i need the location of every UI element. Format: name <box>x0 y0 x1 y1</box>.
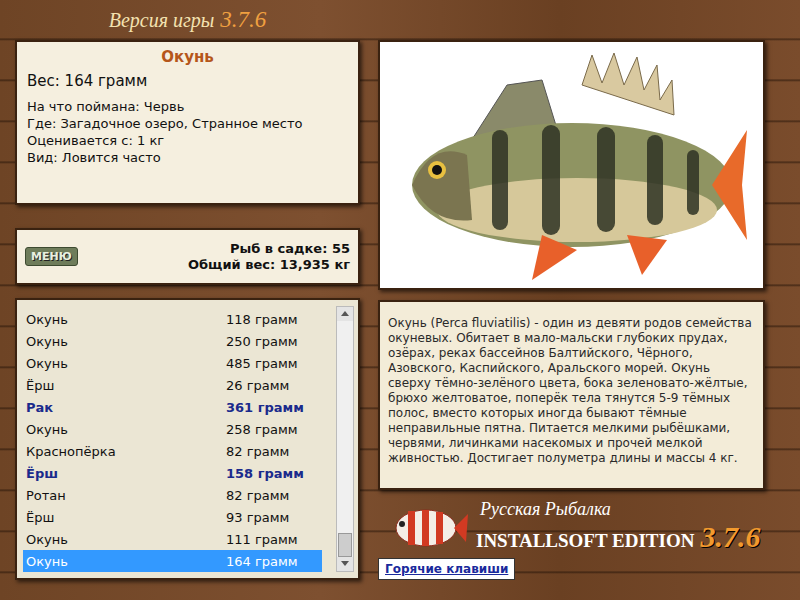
perch-icon <box>392 45 752 285</box>
catch-row[interactable]: Окунь111 грамм <box>23 528 322 550</box>
catch-detail: На что поймана: Червь <box>27 98 348 115</box>
catch-row[interactable]: Ротан82 грамм <box>23 484 322 506</box>
catch-detail: Оценивается с: 1 кг <box>27 132 348 149</box>
logo-edition: INSTALLSOFT EDITION <box>476 530 694 552</box>
hotkeys-button[interactable]: Горячие клавиши <box>378 558 515 580</box>
catch-row[interactable]: Окунь258 грамм <box>23 418 322 440</box>
catch-row[interactable]: Окунь250 грамм <box>23 330 322 352</box>
menu-button[interactable]: МЕНЮ <box>25 247 78 266</box>
scrollbar[interactable] <box>336 306 354 572</box>
fish-description: Окунь (Perca fluviatilis) - один из девя… <box>378 300 765 490</box>
game-logo: Русская Рыбалка INSTALLSOFT EDITION 3.7.6 <box>378 496 765 556</box>
fish-picture <box>378 40 765 290</box>
catch-row[interactable]: Рак361 грамм <box>23 396 322 418</box>
catch-detail: Вид: Ловится часто <box>27 149 348 166</box>
logo-version: 3.7.6 <box>700 520 760 554</box>
catch-info-panel: Окунь Вес: 164 грамм На что поймана: Червь… <box>15 40 360 205</box>
keepnet-panel: МЕНЮ Рыб в садке: 55Общий вес: 13,935 кг <box>15 228 360 285</box>
total-weight: Общий вес: 13,935 кг <box>188 257 350 273</box>
fish-name: Окунь <box>27 48 348 66</box>
catch-row[interactable]: Краснопёрка82 грамм <box>23 440 322 462</box>
fish-count: Рыб в садке: 55 <box>188 241 350 257</box>
catch-row[interactable]: Ёрш26 грамм <box>23 374 322 396</box>
catch-detail: Где: Загадочное озеро, Странное место <box>27 115 348 132</box>
catch-row[interactable]: Окунь118 грамм <box>23 308 322 330</box>
catch-row[interactable]: Ёрш158 грамм <box>23 462 322 484</box>
version-title: Версия игры3.7.6 <box>15 0 360 40</box>
catch-row[interactable]: Ёрш93 грамм <box>23 506 322 528</box>
logo-title: Русская Рыбалка <box>476 499 760 520</box>
scroll-thumb[interactable] <box>338 533 352 557</box>
logo-fish-icon <box>388 496 468 556</box>
catch-list: Окунь118 граммОкунь250 граммОкунь485 гра… <box>15 298 360 580</box>
catch-row[interactable]: Окунь485 грамм <box>23 352 322 374</box>
scroll-up-icon[interactable] <box>337 307 353 321</box>
fish-weight: Вес: 164 грамм <box>27 72 348 90</box>
game-screen: Версия игры3.7.6 Окунь Вес: 164 грамм На чт… <box>0 0 800 600</box>
scroll-down-icon[interactable] <box>337 557 353 571</box>
catch-row[interactable]: Окунь164 грамм <box>23 550 322 572</box>
